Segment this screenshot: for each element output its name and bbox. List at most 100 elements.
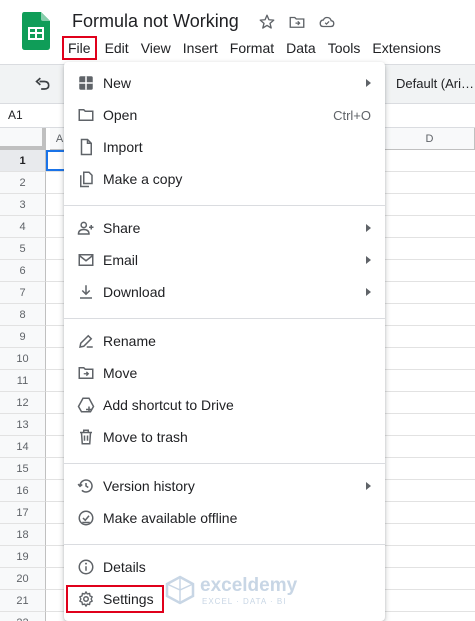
selected-cell-a1[interactable] bbox=[46, 150, 66, 171]
menu-item-label: Make a copy bbox=[103, 171, 183, 187]
row-header[interactable]: 8 bbox=[0, 304, 46, 326]
copy-icon bbox=[76, 169, 96, 189]
menu-item-download[interactable]: Download bbox=[64, 276, 385, 308]
cloud-status-icon[interactable] bbox=[318, 13, 336, 31]
submenu-arrow-icon bbox=[366, 224, 371, 232]
menu-item-add-shortcut[interactable]: Add shortcut to Drive bbox=[64, 389, 385, 421]
menu-item-open[interactable]: Open Ctrl+O bbox=[64, 99, 385, 131]
menu-item-label: Share bbox=[103, 220, 141, 236]
menu-view[interactable]: View bbox=[135, 37, 177, 59]
menu-item-label: Add shortcut to Drive bbox=[103, 397, 234, 413]
title-actions bbox=[258, 11, 336, 33]
move-folder-icon bbox=[76, 363, 96, 383]
shortcut-label: Ctrl+O bbox=[333, 107, 371, 123]
menu-item-label: Email bbox=[103, 252, 139, 268]
settings-highlight-box bbox=[66, 585, 164, 613]
menu-item-rename[interactable]: Rename bbox=[64, 325, 385, 357]
menu-file[interactable]: File bbox=[62, 36, 97, 60]
submenu-arrow-icon bbox=[366, 288, 371, 296]
app-header: Formula not Working File Edit View Inser… bbox=[0, 0, 475, 64]
pencil-icon bbox=[76, 331, 96, 351]
watermark-tagline: EXCEL · DATA · BI bbox=[202, 597, 287, 606]
submenu-arrow-icon bbox=[366, 79, 371, 87]
menu-item-version-history[interactable]: Version history bbox=[64, 470, 385, 502]
drive-shortcut-icon bbox=[76, 395, 96, 415]
row-header[interactable]: 10 bbox=[0, 348, 46, 370]
menu-item-move[interactable]: Move bbox=[64, 357, 385, 389]
undo-icon[interactable] bbox=[32, 74, 52, 94]
menu-item-label: Move bbox=[103, 365, 138, 381]
menu-item-make-a-copy[interactable]: Make a copy bbox=[64, 163, 385, 195]
menu-divider bbox=[64, 544, 385, 545]
row-header[interactable]: 2 bbox=[0, 172, 46, 194]
exceldemy-watermark: exceldemy EXCEL · DATA · BI bbox=[164, 573, 324, 609]
star-icon[interactable] bbox=[258, 13, 276, 31]
download-icon bbox=[76, 282, 96, 302]
row-header[interactable]: 12 bbox=[0, 392, 46, 414]
menu-data[interactable]: Data bbox=[280, 37, 322, 59]
row-header[interactable]: 13 bbox=[0, 414, 46, 436]
menu-divider bbox=[64, 463, 385, 464]
row-header[interactable]: 19 bbox=[0, 546, 46, 568]
row-header[interactable]: 18 bbox=[0, 524, 46, 546]
menu-bar: File Edit View Insert Format Data Tools … bbox=[62, 36, 447, 60]
folder-icon bbox=[76, 105, 96, 125]
person-add-icon bbox=[76, 218, 96, 238]
menu-extensions[interactable]: Extensions bbox=[366, 37, 446, 59]
row-header[interactable]: 5 bbox=[0, 238, 46, 260]
menu-item-move-to-trash[interactable]: Move to trash bbox=[64, 421, 385, 453]
menu-item-label: New bbox=[103, 75, 132, 91]
row-header[interactable]: 21 bbox=[0, 590, 46, 612]
menu-item-email[interactable]: Email bbox=[64, 244, 385, 276]
menu-divider bbox=[64, 205, 385, 206]
row-header[interactable]: 22 bbox=[0, 612, 46, 621]
menu-insert[interactable]: Insert bbox=[177, 37, 224, 59]
menu-item-label: Open bbox=[103, 107, 138, 123]
watermark-name: exceldemy bbox=[200, 575, 298, 596]
menu-divider bbox=[64, 318, 385, 319]
new-spreadsheet-icon bbox=[76, 73, 96, 93]
row-header[interactable]: 17 bbox=[0, 502, 46, 524]
menu-edit[interactable]: Edit bbox=[99, 37, 135, 59]
file-menu-dropdown: New Open Ctrl+O Import Make a copy Share… bbox=[64, 62, 385, 621]
row-header[interactable]: 7 bbox=[0, 282, 46, 304]
menu-item-label: Rename bbox=[103, 333, 156, 349]
trash-icon bbox=[76, 427, 96, 447]
menu-item-label: Make available offline bbox=[103, 510, 238, 526]
menu-item-label: Move to trash bbox=[103, 429, 188, 445]
menu-item-new[interactable]: New bbox=[64, 67, 385, 99]
menu-item-make-available-offline[interactable]: Make available offline bbox=[64, 502, 385, 534]
row-header[interactable]: 3 bbox=[0, 194, 46, 216]
row-header[interactable]: 14 bbox=[0, 436, 46, 458]
row-header[interactable]: 1 bbox=[0, 150, 46, 172]
document-title[interactable]: Formula not Working bbox=[72, 11, 239, 32]
menu-tools[interactable]: Tools bbox=[322, 37, 367, 59]
menu-item-share[interactable]: Share bbox=[64, 212, 385, 244]
menu-format[interactable]: Format bbox=[224, 37, 280, 59]
row-header[interactable]: 6 bbox=[0, 260, 46, 282]
file-icon bbox=[76, 137, 96, 157]
offline-icon bbox=[76, 508, 96, 528]
row-header[interactable]: 20 bbox=[0, 568, 46, 590]
name-box[interactable]: A1 bbox=[8, 108, 23, 122]
row-header[interactable]: 16 bbox=[0, 480, 46, 502]
history-icon bbox=[76, 476, 96, 496]
row-header[interactable]: 11 bbox=[0, 370, 46, 392]
select-all-corner[interactable] bbox=[0, 128, 46, 150]
exceldemy-logo-icon bbox=[165, 575, 195, 605]
column-header-d[interactable]: D bbox=[385, 128, 475, 150]
submenu-arrow-icon bbox=[366, 256, 371, 264]
info-icon bbox=[76, 557, 96, 577]
menu-item-import[interactable]: Import bbox=[64, 131, 385, 163]
row-header[interactable]: 9 bbox=[0, 326, 46, 348]
row-header[interactable]: 4 bbox=[0, 216, 46, 238]
row-header[interactable]: 15 bbox=[0, 458, 46, 480]
menu-item-label: Download bbox=[103, 284, 166, 300]
submenu-arrow-icon bbox=[366, 482, 371, 490]
menu-item-label: Details bbox=[103, 559, 146, 575]
google-sheets-logo-icon[interactable] bbox=[22, 12, 50, 50]
font-selector[interactable]: Default (Ari… bbox=[396, 76, 474, 91]
mail-icon bbox=[76, 250, 96, 270]
move-folder-icon[interactable] bbox=[288, 13, 306, 31]
menu-item-label: Version history bbox=[103, 478, 195, 494]
